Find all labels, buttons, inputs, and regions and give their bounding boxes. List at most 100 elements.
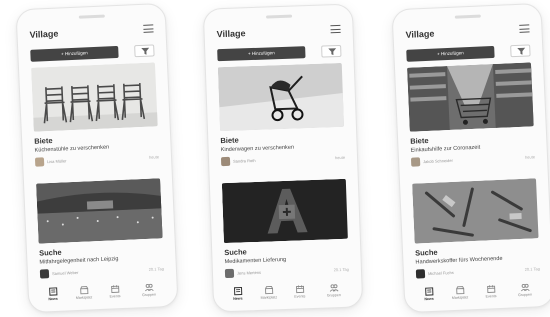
post-image-chairs — [31, 62, 158, 132]
hamburger-icon[interactable] — [143, 24, 154, 34]
post-image-tools — [412, 178, 539, 244]
author-name: Samuel Weber — [51, 269, 79, 277]
tab-label: Gruppen — [517, 292, 533, 298]
tab-groups[interactable]: Gruppen — [321, 283, 345, 298]
avatar — [220, 156, 231, 167]
post-meta: Jakob Schneider heute — [410, 152, 536, 167]
post-meta: Sandra Roth heute — [220, 153, 346, 167]
post-card[interactable]: Biete Kinderwagen zu verschenken Sandra … — [217, 62, 346, 171]
avatar — [410, 157, 421, 167]
filter-button[interactable] — [134, 44, 155, 58]
tab-news[interactable]: News — [417, 287, 442, 302]
post-card[interactable]: Biete Einkaufshilfe zur Coronazeit Jakob… — [407, 62, 535, 171]
post-date: 20.1 Tag — [333, 266, 350, 273]
post-date: heute — [148, 154, 160, 160]
tab-events[interactable]: Events — [287, 284, 311, 299]
tab-label: News — [424, 296, 434, 302]
tab-label: Marktplatz — [260, 295, 278, 300]
app-header: Village — [29, 22, 154, 41]
post-date: 20.1 Tag — [524, 266, 541, 272]
action-row: + Hinzufügen — [30, 44, 155, 62]
tab-label: News — [48, 296, 58, 302]
tab-label: News — [233, 296, 243, 301]
tab-label: Gruppen — [141, 292, 157, 298]
post-card[interactable]: Biete Küchenstühle zu verschenken Lisa M… — [31, 62, 159, 171]
news-icon — [48, 287, 57, 296]
tab-events[interactable]: Events — [103, 284, 128, 299]
calendar-icon — [486, 285, 495, 293]
post-date: 20.1 Tag — [148, 266, 165, 272]
filter-button[interactable] — [321, 44, 342, 58]
post-meta: Samuel Weber 20.1 Tag — [39, 264, 165, 279]
speaker-notch — [454, 14, 481, 19]
avatar — [415, 269, 426, 279]
bottom-tab-bar: News Marktplatz Events Gruppen — [41, 282, 166, 307]
add-button[interactable]: + Hinzufügen — [217, 46, 306, 62]
post-meta: Michael Fuchs 20.1 Tag — [415, 264, 541, 279]
news-icon — [424, 287, 433, 296]
app-title: Village — [29, 28, 59, 40]
marketplace-icon — [79, 286, 88, 295]
post-card[interactable]: Suche Mitfahrgelegenheit nach Leipzig Sa… — [36, 178, 164, 279]
calendar-icon — [110, 285, 119, 293]
tab-groups[interactable]: Gruppen — [513, 282, 538, 297]
tab-label: Events — [485, 294, 497, 299]
tab-marketplace[interactable]: Marktplatz — [72, 285, 97, 300]
hamburger-icon[interactable] — [519, 24, 530, 34]
calendar-icon — [295, 285, 304, 294]
post-meta: Jens Mertens 20.1 Tag — [224, 265, 350, 279]
post-card[interactable]: Suche Handwerkskoffer fürs Wochenende Mi… — [412, 178, 540, 279]
marketplace-icon — [264, 286, 273, 295]
filter-button[interactable] — [510, 44, 531, 58]
tab-label: Events — [294, 294, 306, 299]
author-name: Jens Mertens — [236, 269, 262, 276]
tab-marketplace[interactable]: Marktplatz — [256, 285, 280, 300]
post-date: heute — [334, 154, 346, 161]
filter-icon — [517, 47, 526, 55]
phone-screen-3: Village + Hinzufügen Biete Einkaufshilfe… — [391, 2, 550, 314]
add-button[interactable]: + Hinzufügen — [30, 45, 119, 62]
filter-icon — [328, 48, 337, 56]
tab-label: Marktplatz — [451, 295, 469, 301]
avatar — [224, 268, 235, 279]
author-name: Jakob Schneider — [423, 157, 453, 165]
speaker-notch — [78, 14, 105, 19]
post-date: heute — [524, 154, 536, 160]
phone-screen-1: Village + Hinzufügen Biete Küchenstühle … — [15, 2, 179, 314]
filter-icon — [141, 47, 150, 55]
post-image-stadium — [36, 178, 163, 244]
hamburger-icon[interactable] — [330, 24, 341, 34]
tab-news[interactable]: News — [41, 287, 66, 302]
speaker-notch — [266, 14, 293, 19]
author-name: Sandra Roth — [232, 157, 256, 164]
app-title: Village — [405, 28, 435, 40]
post-card[interactable]: Suche Medikamenten Lieferung Jens Merten… — [221, 178, 350, 279]
add-button[interactable]: + Hinzufügen — [406, 45, 495, 62]
app-header: Village — [405, 22, 530, 41]
tab-groups[interactable]: Gruppen — [137, 282, 162, 297]
post-image-stroller — [217, 62, 344, 132]
app-header: Village — [216, 23, 341, 41]
tab-label: Marktplatz — [75, 295, 93, 301]
tab-label: Gruppen — [326, 293, 341, 298]
author-name: Michael Fuchs — [427, 269, 454, 277]
groups-icon — [520, 283, 530, 292]
tab-marketplace[interactable]: Marktplatz — [448, 285, 473, 300]
app-title: Village — [216, 28, 246, 40]
bottom-tab-bar: News Marktplatz Events Gruppen — [417, 282, 542, 307]
post-meta: Lisa Müller heute — [34, 152, 160, 167]
bottom-tab-bar: News Marktplatz Events Gruppen — [225, 283, 350, 307]
tab-events[interactable]: Events — [479, 284, 504, 299]
post-image-pharmacy-sign — [221, 178, 348, 244]
marketplace-icon — [455, 286, 464, 295]
author-name: Lisa Müller — [47, 158, 67, 165]
avatar — [39, 269, 50, 279]
tab-label: Events — [109, 294, 121, 299]
avatar — [34, 157, 45, 167]
action-row: + Hinzufügen — [406, 44, 531, 62]
tab-news[interactable]: News — [225, 286, 249, 301]
groups-icon — [144, 283, 154, 292]
post-image-supermarket — [407, 62, 534, 132]
phone-screen-2: Village + Hinzufügen Biete Kinderwagen z… — [202, 3, 364, 313]
news-icon — [233, 287, 242, 296]
